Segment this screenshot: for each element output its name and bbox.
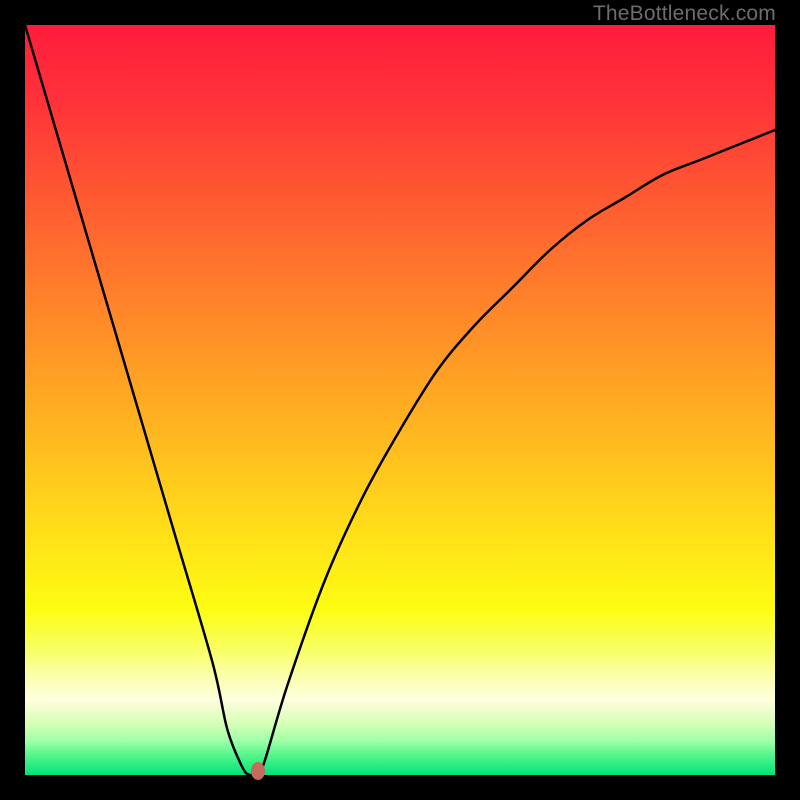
watermark-text: TheBottleneck.com [593,2,776,26]
bottleneck-curve [25,25,775,775]
curve-layer [25,25,775,775]
optimum-marker [251,762,265,780]
chart-frame: TheBottleneck.com [0,0,800,800]
plot-area [25,25,775,775]
